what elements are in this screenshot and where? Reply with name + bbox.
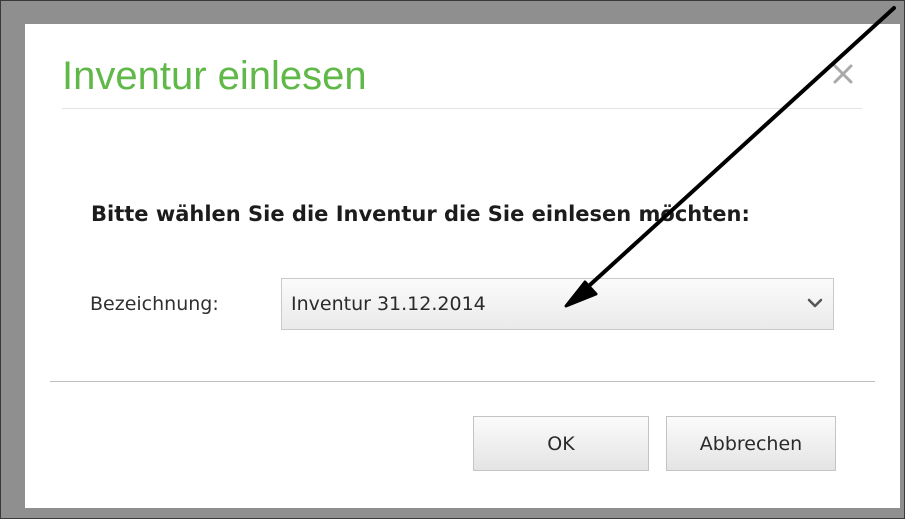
- close-icon: [825, 52, 865, 92]
- inventory-import-dialog: Inventur einlesen Bitte wählen Sie die I…: [25, 24, 900, 508]
- inventory-select-value: Inventur 31.12.2014: [291, 293, 486, 315]
- selection-prompt: Bitte wählen Sie die Inventur die Sie ei…: [91, 202, 750, 226]
- screenshot: Inventur einlesen Bitte wählen Sie die I…: [0, 0, 905, 519]
- footer-divider: [50, 381, 875, 382]
- cancel-button[interactable]: Abbrechen: [666, 416, 836, 471]
- close-button[interactable]: [825, 52, 865, 92]
- title-divider: [62, 108, 862, 109]
- designation-label: Bezeichnung:: [90, 293, 219, 315]
- chevron-down-icon[interactable]: [807, 297, 823, 311]
- ok-button[interactable]: OK: [473, 416, 649, 471]
- inventory-select[interactable]: Inventur 31.12.2014: [281, 278, 834, 330]
- dialog-title: Inventur einlesen: [62, 54, 367, 98]
